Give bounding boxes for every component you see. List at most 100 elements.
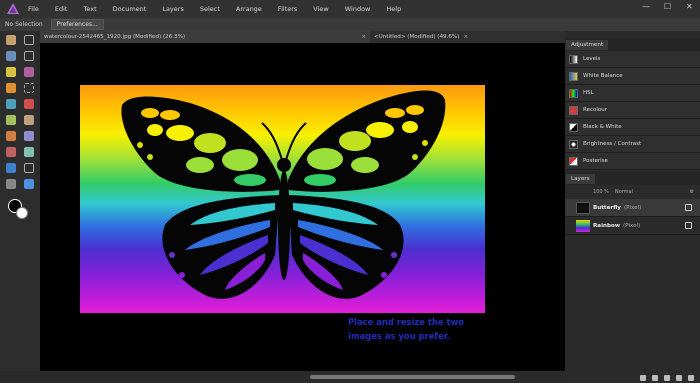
menu-arrange[interactable]: Arrange xyxy=(236,5,262,13)
adjustment-label: White Balance xyxy=(583,73,623,79)
menu-filters[interactable]: Filters xyxy=(278,5,297,13)
healing-tool-icon[interactable] xyxy=(24,147,34,157)
scrollbar-thumb[interactable] xyxy=(310,375,515,379)
horizontal-scrollbar[interactable] xyxy=(40,371,565,383)
preferences-button[interactable]: Preferences... xyxy=(50,19,104,30)
adjustment-item-brightness-contrast[interactable]: Brightness / Contrast xyxy=(566,136,700,153)
flood-select-icon[interactable] xyxy=(24,67,34,77)
menu-view[interactable]: View xyxy=(313,5,328,13)
smudge-tool-icon[interactable] xyxy=(24,131,34,141)
caption-line-1: Place and resize the two xyxy=(348,317,464,327)
black-white-icon xyxy=(569,122,578,132)
maximize-icon[interactable]: ☐ xyxy=(664,2,671,11)
dodge-tool-icon[interactable] xyxy=(6,131,16,141)
menu-text[interactable]: Text xyxy=(83,5,96,13)
adjustment-label: Levels xyxy=(583,56,601,62)
clone-tool-icon[interactable] xyxy=(6,115,16,125)
layer-type: (Pixel) xyxy=(623,204,642,211)
tab-adjustment[interactable]: Adjustment xyxy=(566,39,609,50)
paint-brush-icon[interactable] xyxy=(6,83,16,93)
layer-thumbnail xyxy=(576,201,590,214)
butterfly-artwork xyxy=(80,85,485,313)
tab-label: watercolour-2542465_1920.jpg (Modified) … xyxy=(44,34,186,40)
delete-layer-icon[interactable] xyxy=(688,374,694,381)
adjustment-item-recolour[interactable]: Recolour xyxy=(566,102,700,119)
move-tool-icon[interactable] xyxy=(24,35,34,45)
crop-tool-icon[interactable] xyxy=(24,51,34,61)
marquee-tool-icon[interactable] xyxy=(24,83,34,93)
layer-controls: 100 % Normal ⚙ xyxy=(566,185,700,199)
document-tab-watercolour[interactable]: watercolour-2542465_1920.jpg (Modified) … xyxy=(40,31,370,43)
tab-layers[interactable]: Layers xyxy=(566,173,595,184)
menu-select[interactable]: Select xyxy=(200,5,220,13)
blend-mode-select[interactable]: Normal xyxy=(615,189,633,195)
tab-label: <Untitled> (Modified) (49.6%) xyxy=(374,34,460,40)
opacity-field[interactable]: 100 % xyxy=(593,189,609,195)
adjustment-item-levels[interactable]: Levels xyxy=(566,51,700,68)
shape-tool-icon[interactable] xyxy=(6,179,16,189)
layer-type: (Pixel) xyxy=(623,222,641,229)
layer-visibility-checkbox[interactable] xyxy=(685,204,692,211)
color-picker-icon[interactable] xyxy=(24,99,34,109)
add-adjustment-icon[interactable] xyxy=(652,374,658,381)
adjustment-label: Recolour xyxy=(583,107,607,113)
adjustment-item-black-white[interactable]: Black & White xyxy=(566,119,700,136)
hand-tool-icon[interactable] xyxy=(6,35,16,45)
adjustment-item-hsl[interactable]: HSL xyxy=(566,85,700,102)
adjustment-item-white-balance[interactable]: White Balance xyxy=(566,68,700,85)
menu-window[interactable]: Window xyxy=(345,5,371,13)
document-tab-untitled[interactable]: <Untitled> (Modified) (49.6%) × xyxy=(370,31,472,43)
layer-mask-icon[interactable] xyxy=(640,374,646,381)
menu-help[interactable]: Help xyxy=(386,5,401,13)
menu-file[interactable]: File xyxy=(28,5,39,13)
tab-close-icon[interactable]: × xyxy=(361,34,366,40)
new-layer-icon[interactable] xyxy=(676,374,682,381)
layers-bottom-toolbar xyxy=(566,372,700,383)
layer-row-butterfly[interactable]: Butterfly (Pixel) xyxy=(566,199,700,217)
adjustment-label: Brightness / Contrast xyxy=(583,141,642,147)
layer-row-rainbow[interactable]: Rainbow (Pixel) xyxy=(566,217,700,235)
menu-layers[interactable]: Layers xyxy=(162,5,184,13)
layers-panel: Layers 100 % Normal ⚙ Butterfly (Pixel) … xyxy=(566,172,700,383)
minimize-icon[interactable]: — xyxy=(642,2,650,11)
adjustment-panel: Adjustment Levels White Balance HSL Reco… xyxy=(566,38,700,170)
tools-toolbar xyxy=(0,31,40,371)
zoom-tool-icon[interactable] xyxy=(6,51,16,61)
text-tool-icon[interactable] xyxy=(24,163,34,173)
hsl-icon xyxy=(569,88,578,98)
view-zoom-icon[interactable] xyxy=(24,179,34,189)
secondary-color-swatch[interactable] xyxy=(16,207,28,219)
layers-panel-tabs: Layers xyxy=(566,172,700,185)
adjustment-item-posterise[interactable]: Posterise xyxy=(566,153,700,170)
brightness-contrast-icon xyxy=(569,139,578,149)
gear-icon[interactable]: ⚙ xyxy=(690,189,694,195)
fill-tool-icon[interactable] xyxy=(6,99,16,109)
menu-document[interactable]: Document xyxy=(113,5,147,13)
adjustment-label: HSL xyxy=(583,90,594,96)
posterise-icon xyxy=(569,156,578,166)
layer-visibility-checkbox[interactable] xyxy=(685,222,692,229)
tab-close-icon[interactable]: × xyxy=(463,34,468,40)
layer-thumbnail xyxy=(576,219,590,232)
caption-line-2: images as you prefer. xyxy=(348,331,450,341)
add-fx-icon[interactable] xyxy=(664,374,670,381)
selection-brush-icon[interactable] xyxy=(6,67,16,77)
canvas-area[interactable]: Place and resize the two images as you p… xyxy=(40,43,565,371)
menu-bar: File Edit Text Document Layers Select Ar… xyxy=(0,0,700,18)
eraser-tool-icon[interactable] xyxy=(24,115,34,125)
menu-edit[interactable]: Edit xyxy=(55,5,68,13)
red-eye-tool-icon[interactable] xyxy=(6,147,16,157)
adjustment-panel-tabs: Adjustment xyxy=(566,38,700,51)
instruction-caption: Place and resize the two images as you p… xyxy=(348,315,498,343)
layer-name: Butterfly xyxy=(593,204,621,211)
affinity-photo-logo-icon xyxy=(6,2,20,16)
context-toolbar: No Selection Preferences... xyxy=(0,18,700,31)
pen-tool-icon[interactable] xyxy=(6,163,16,173)
layer-name: Rainbow xyxy=(593,222,620,229)
rainbow-butterfly-image[interactable] xyxy=(80,85,485,313)
white-balance-icon xyxy=(569,71,578,81)
selection-label: No Selection xyxy=(5,21,43,28)
recolour-icon xyxy=(569,105,578,115)
adjustment-label: Posterise xyxy=(583,158,608,164)
close-icon[interactable]: ✕ xyxy=(686,2,693,11)
